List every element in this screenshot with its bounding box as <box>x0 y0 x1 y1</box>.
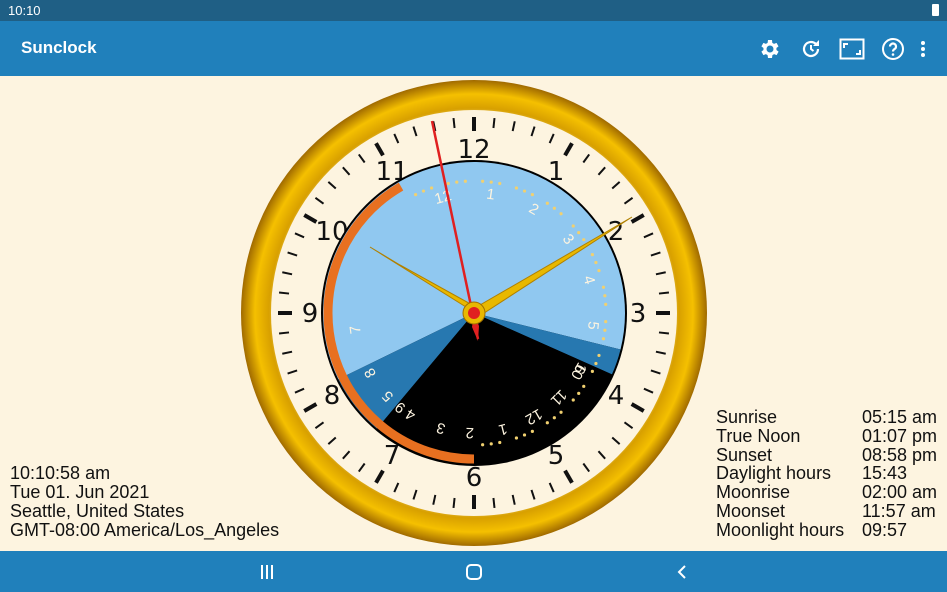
inner-dot <box>463 179 467 183</box>
inner-dot <box>594 361 598 366</box>
tick-mark <box>452 497 456 509</box>
status-time: 10:10 <box>8 3 41 18</box>
inner-dot <box>429 186 434 190</box>
inner-dot <box>582 384 586 388</box>
info-row-daylight-hours: Daylight hours 15:43 <box>716 463 908 484</box>
sun-moon-info: Sunrise 05:15 am True Noon 01:07 pm Sunset… <box>716 408 937 540</box>
info-row-moonlight-hours: Moonlight hours 09:57 <box>716 519 908 540</box>
main-content: 12 1 2 3 4 5 6 7 8 9 10 11 12 1 2 3 4 5 6 7 8 9 10 11 12 1 2 3 4 5 1… <box>0 76 947 551</box>
current-info: 10:10:58 am Tue 01. Jun 2021 Seattle, Un… <box>10 464 279 540</box>
refresh-icon[interactable] <box>790 35 831 63</box>
hour-number: 2 <box>608 217 625 247</box>
hour-number: 6 <box>466 463 483 493</box>
inner-dot <box>455 180 459 184</box>
inner-dot <box>414 193 418 197</box>
home-icon[interactable] <box>461 559 487 585</box>
inner-dot <box>498 440 502 445</box>
inner-dot <box>514 436 519 440</box>
info-row-sunset: Sunset 08:58 pm <box>716 444 938 465</box>
gear-icon[interactable] <box>749 35 790 63</box>
back-icon[interactable] <box>669 559 695 585</box>
tick-mark <box>452 117 456 129</box>
sun-clock-face: 121234567891011 12 12345678910111212345 <box>241 80 707 546</box>
inner-dot <box>552 206 556 210</box>
inner-dot <box>597 268 601 273</box>
inner-dot <box>522 433 527 437</box>
inner-dot <box>545 421 549 425</box>
inner-dot <box>582 238 586 242</box>
inner-night-number: 2 <box>465 424 474 441</box>
more-vert-icon[interactable] <box>913 35 933 63</box>
battery-icon <box>932 4 939 16</box>
inner-dot <box>421 189 426 193</box>
tick-mark <box>658 291 670 295</box>
inner-dot <box>601 337 606 341</box>
info-row-sunrise: Sunrise 05:15 am <box>716 407 938 427</box>
current-date: Tue 01. Jun 2021 <box>10 482 150 502</box>
app-title: Sunclock <box>21 38 97 57</box>
info-row-true-noon: True Noon 01:07 pm <box>716 425 938 446</box>
inner-dot <box>604 302 608 306</box>
inner-dot <box>577 391 581 395</box>
inner-dot <box>522 189 527 193</box>
inner-dot <box>559 212 563 216</box>
inner-dot <box>571 398 575 402</box>
inner-day-number: 5 <box>584 320 602 330</box>
app-bar: Sunclock <box>0 21 947 76</box>
inner-dot <box>603 328 607 332</box>
inner-dot <box>601 285 606 289</box>
inner-dot <box>530 429 534 433</box>
current-time: 10:10:58 am <box>10 463 111 483</box>
help-icon[interactable] <box>872 35 913 63</box>
hour-number: 8 <box>324 381 341 411</box>
tick-mark <box>278 331 290 335</box>
hour-number: 4 <box>608 381 625 411</box>
inner-dot <box>552 416 556 420</box>
app-bar-actions <box>749 35 933 63</box>
center-pin <box>468 307 480 319</box>
inner-dot <box>597 353 601 358</box>
inner-dot <box>571 224 575 228</box>
current-location: Seattle, United States <box>10 501 185 521</box>
inner-dot <box>604 320 608 324</box>
status-bar: 10:10 <box>0 0 947 21</box>
inner-dot <box>498 181 502 186</box>
inner-dot <box>545 201 549 205</box>
tick-mark <box>658 331 670 335</box>
inner-dot <box>514 186 519 190</box>
info-row-moonset: Moonset 11:57 am <box>716 500 936 521</box>
inner-dot <box>590 253 594 257</box>
tick-mark <box>492 117 496 129</box>
inner-dot <box>559 410 563 414</box>
hour-number: 3 <box>630 299 647 329</box>
navigation-bar <box>0 551 947 592</box>
inner-dot <box>590 369 594 373</box>
tick-mark <box>278 291 290 295</box>
inner-dot <box>446 181 450 186</box>
inner-dot <box>489 180 493 184</box>
inner-dot <box>530 193 534 197</box>
inner-dot <box>577 231 581 235</box>
hour-number: 9 <box>302 299 319 329</box>
current-timezone: GMT-08:00 America/Los_Angeles <box>10 520 280 540</box>
inner-dot <box>594 260 598 265</box>
recents-icon[interactable] <box>254 559 280 585</box>
info-row-moonrise: Moonrise 02:00 am <box>716 482 938 503</box>
inner-dot <box>481 179 485 183</box>
fullscreen-icon[interactable] <box>831 35 872 63</box>
inner-dot <box>481 443 485 447</box>
inner-dot <box>489 442 493 446</box>
inner-dot <box>603 294 607 298</box>
tick-mark <box>492 497 496 509</box>
